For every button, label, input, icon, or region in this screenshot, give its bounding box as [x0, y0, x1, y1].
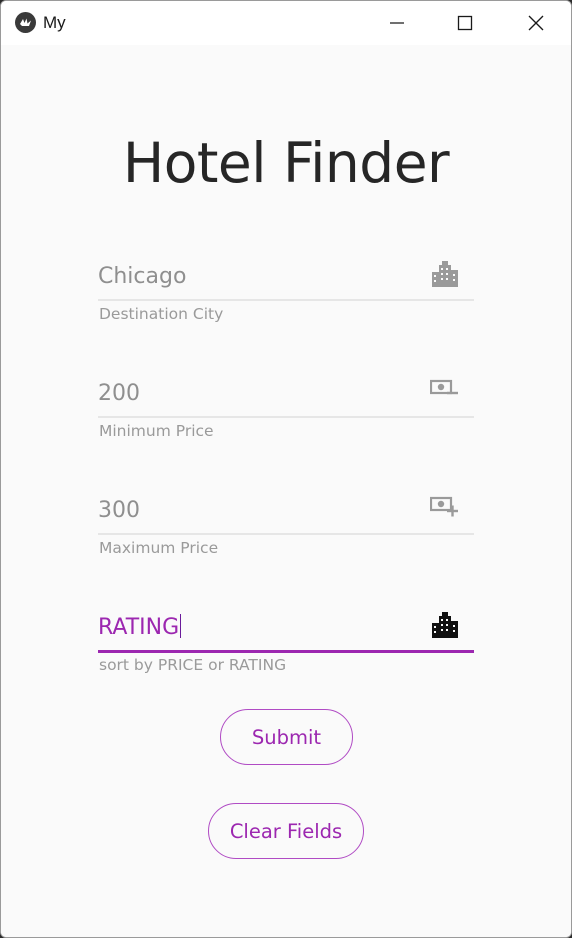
sort-field[interactable]: RATING sort by PRICE or RATING	[98, 612, 474, 694]
app-window: My Hotel Finder Chicago Destination City…	[0, 0, 572, 938]
field-underline	[98, 299, 474, 301]
minimum-price-field[interactable]: 200 Minimum Price	[98, 379, 474, 460]
maximize-button[interactable]	[430, 1, 500, 45]
sort-input[interactable]: RATING	[98, 614, 182, 642]
main-content: Hotel Finder Chicago Destination City 20…	[1, 45, 571, 937]
destination-city-input[interactable]: Chicago	[98, 263, 186, 291]
close-icon	[528, 15, 544, 31]
submit-button[interactable]: Submit	[220, 709, 353, 765]
field-underline	[98, 416, 474, 418]
minimize-button[interactable]	[362, 1, 432, 45]
destination-city-field[interactable]: Chicago Destination City	[98, 261, 474, 343]
maximum-price-input[interactable]: 300	[98, 497, 140, 525]
maximize-icon	[457, 15, 473, 31]
sort-helper: sort by PRICE or RATING	[99, 656, 287, 674]
kivy-app-icon	[15, 12, 36, 33]
clear-fields-button[interactable]: Clear Fields	[208, 803, 364, 859]
page-title: Hotel Finder	[122, 131, 450, 195]
minimum-price-helper: Minimum Price	[99, 422, 214, 440]
window-title: My	[43, 13, 66, 32]
city-icon	[432, 261, 458, 287]
minimize-icon	[390, 22, 404, 24]
field-underline	[98, 533, 474, 535]
minimum-price-input[interactable]: 200	[98, 380, 140, 408]
cash-minus-icon	[430, 379, 458, 395]
destination-city-helper: Destination City	[99, 305, 224, 323]
field-underline-active	[98, 650, 474, 653]
close-button[interactable]	[501, 1, 571, 45]
text-caret	[180, 614, 182, 638]
maximum-price-helper: Maximum Price	[99, 539, 219, 557]
city-icon	[432, 612, 458, 638]
title-bar[interactable]: My	[1, 1, 571, 45]
sort-input-text: RATING	[98, 615, 180, 640]
maximum-price-field[interactable]: 300 Maximum Price	[98, 496, 474, 577]
cash-plus-icon	[430, 496, 458, 517]
